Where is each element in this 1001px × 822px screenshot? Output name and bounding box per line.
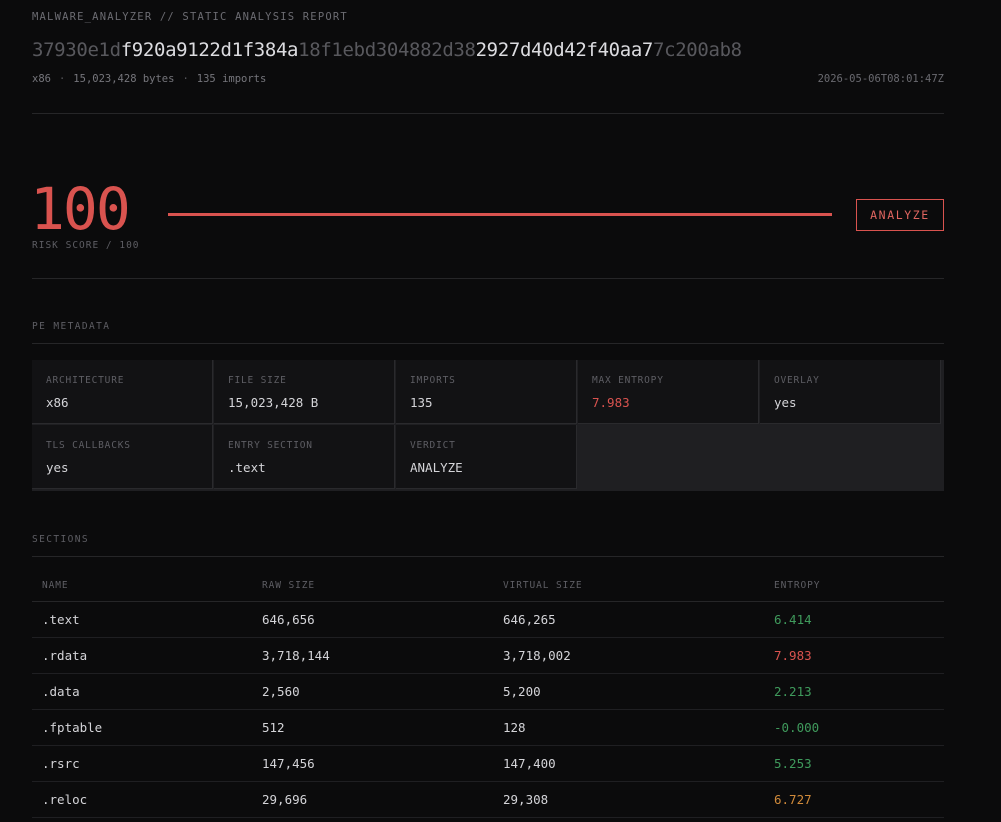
pe-metadata-grid: ARCHITECTURE x86 FILE SIZE 15,023,428 B IMPO… (32, 360, 944, 491)
raw-size-cell: 2,560 (252, 673, 493, 710)
virtual-size-cell: 29,308 (493, 781, 764, 818)
divider (32, 343, 944, 344)
analyze-button[interactable]: ANALYZE (856, 199, 944, 231)
metadata-cell: FILE SIZE 15,023,428 B (214, 360, 395, 424)
metadata-value: .text (228, 460, 266, 475)
metadata-cell: TLS CALLBACKS yes (32, 425, 213, 489)
metadata-key: ARCHITECTURE (46, 375, 125, 386)
entropy-cell: 5.253 (764, 745, 944, 782)
metadata-value: x86 (46, 395, 69, 410)
imports-text: 135 imports (196, 73, 267, 85)
section-name-cell: .data (32, 673, 252, 710)
raw-size-cell: 646,656 (252, 601, 493, 638)
entropy-cell: -0.000 (764, 709, 944, 746)
metadata-value: ANALYZE (410, 460, 463, 475)
divider (32, 556, 944, 557)
metadata-cell: VERDICT ANALYZE (396, 425, 577, 489)
hash-segment: 2927d40d42f40aa7 (475, 39, 654, 61)
raw-size-cell: 512 (252, 709, 493, 746)
section-name-cell: .reloc (32, 781, 252, 818)
metadata-cell: OVERLAY yes (760, 360, 941, 424)
entropy-cell: 7.983 (764, 637, 944, 674)
raw-size-cell: 147,456 (252, 745, 493, 782)
section-name-cell: .fptable (32, 709, 252, 746)
metadata-cell: IMPORTS 135 (396, 360, 577, 424)
virtual-size-cell: 147,400 (493, 745, 764, 782)
separator: · (182, 73, 189, 85)
metadata-key: ENTRY SECTION (228, 440, 313, 451)
divider (32, 113, 944, 114)
virtual-size-cell: 3,718,002 (493, 637, 764, 674)
metadata-value: yes (46, 460, 69, 475)
raw-size-cell: 29,696 (252, 781, 493, 818)
virtual-size-cell: 646,265 (493, 601, 764, 638)
file-summary: x86 · 15,023,428 bytes · 135 imports (32, 73, 266, 85)
metadata-value: yes (774, 395, 797, 410)
raw-size-cell: 3,718,144 (252, 637, 493, 674)
table-row[interactable]: .rsrc 147,456 147,400 5.253 (32, 745, 944, 782)
risk-score-bar-fill (168, 213, 832, 216)
metadata-key: MAX ENTROPY (592, 375, 664, 386)
risk-score-bar (168, 213, 832, 216)
hash-segment: 7c200ab8 (653, 39, 742, 61)
file-hash: 37930e1df920a9122d1f384a18f1ebd304882d38… (32, 39, 742, 61)
risk-score: 100 (30, 175, 131, 243)
metadata-cell: ARCHITECTURE x86 (32, 360, 213, 424)
analysis-timestamp: 2026-05-06T08:01:47Z (817, 73, 944, 85)
section-name-cell: .text (32, 601, 252, 638)
metadata-cell: ENTRY SECTION .text (214, 425, 395, 489)
section-name-cell: .rdata (32, 637, 252, 674)
metadata-key: TLS CALLBACKS (46, 440, 131, 451)
risk-score-label: RISK SCORE / 100 (32, 240, 140, 251)
metadata-value: 7.983 (592, 395, 630, 410)
hash-segment: 18f1ebd304882d38 (298, 39, 476, 61)
divider (32, 278, 944, 279)
metadata-key: IMPORTS (410, 375, 456, 386)
column-header-raw-size: RAW SIZE (252, 570, 493, 602)
table-row[interactable]: .reloc 29,696 29,308 6.727 (32, 781, 944, 818)
metadata-key: FILE SIZE (228, 375, 287, 386)
separator: · (58, 73, 66, 85)
entropy-cell: 6.727 (764, 781, 944, 818)
column-header-name: NAME (32, 570, 252, 602)
table-row[interactable]: .fptable 512 128 -0.000 (32, 709, 944, 746)
size-text: 15,023,428 bytes (73, 73, 175, 85)
table-row[interactable]: .text 646,656 646,265 6.414 (32, 601, 944, 638)
virtual-size-cell: 128 (493, 709, 764, 746)
column-header-entropy: ENTROPY (764, 570, 944, 602)
metadata-key: VERDICT (410, 440, 456, 451)
entropy-cell: 6.414 (764, 601, 944, 638)
metadata-value: 15,023,428 B (228, 395, 319, 410)
sections-table: NAME RAW SIZE VIRTUAL SIZE ENTROPY .text… (32, 570, 944, 818)
arch-text: x86 (32, 73, 51, 85)
table-row[interactable]: .rdata 3,718,144 3,718,002 7.983 (32, 637, 944, 674)
virtual-size-cell: 5,200 (493, 673, 764, 710)
pe-metadata-title: PE METADATA (32, 321, 111, 332)
table-row[interactable]: .data 2,560 5,200 2.213 (32, 673, 944, 710)
hash-segment: 37930e1d (32, 39, 121, 61)
entropy-cell: 2.213 (764, 673, 944, 710)
column-header-virtual-size: VIRTUAL SIZE (493, 570, 764, 602)
metadata-cell: MAX ENTROPY 7.983 (578, 360, 759, 424)
hash-segment: f920a9122d1f384a (120, 39, 299, 61)
section-name-cell: .rsrc (32, 745, 252, 782)
metadata-key: OVERLAY (774, 375, 820, 386)
sections-title: SECTIONS (32, 534, 89, 545)
metadata-value: 135 (410, 395, 433, 410)
table-header-row: NAME RAW SIZE VIRTUAL SIZE ENTROPY (32, 570, 944, 602)
report-title: MALWARE_ANALYZER // STATIC ANALYSIS REPO… (32, 11, 348, 23)
